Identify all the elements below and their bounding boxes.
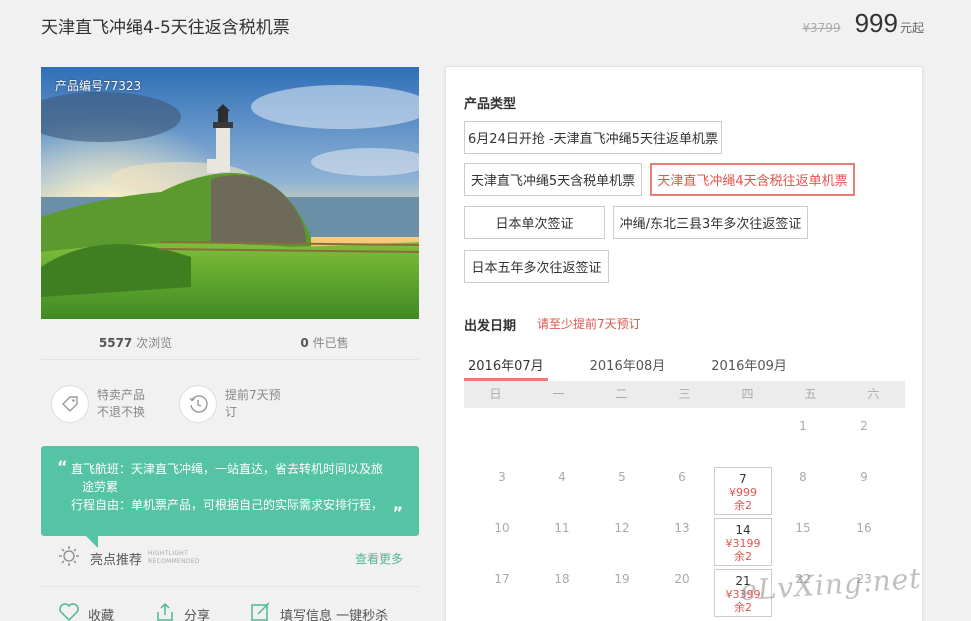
divider: [41, 586, 419, 587]
weekday-label: 四: [741, 387, 754, 401]
tab-month[interactable]: 2016年08月: [586, 355, 670, 374]
day-price: ¥999: [729, 486, 757, 499]
highlight-line: 直飞航班：天津直飞冲绳，一站直达，省去转机时间以及旅: [71, 462, 384, 476]
close-quote: ”: [392, 503, 403, 522]
calendar-day: 9: [860, 470, 868, 484]
page-title: 天津直飞冲绳4-5天往返含税机票: [41, 18, 290, 38]
stats-bar: 5577 次浏览 0 件已售: [41, 326, 419, 360]
views-count: 5577: [98, 336, 133, 350]
favorite-label: 收藏: [88, 608, 115, 621]
current-price: 999: [854, 8, 898, 38]
favorite-button[interactable]: 收藏: [58, 602, 114, 621]
day-remaining: 余2: [734, 499, 752, 512]
tab-month-active[interactable]: 2016年07月: [464, 355, 548, 381]
sold-stat: 0 件已售: [230, 326, 419, 359]
calendar-day: 20: [674, 572, 690, 586]
original-price: ¥3799: [802, 21, 841, 35]
recommend-en-line1: HIGHTLIGHT: [148, 550, 189, 557]
day-price: ¥3199: [725, 537, 761, 550]
fill-info-button[interactable]: 填写信息 一键秒杀: [250, 602, 388, 621]
edit-icon: [250, 602, 272, 621]
product-photo: 产品编号77323: [41, 67, 419, 319]
recommend-en-line2: RECOMMENDED: [148, 558, 200, 565]
tag-icon: [51, 385, 89, 423]
sun-icon: [58, 545, 80, 571]
calendar-day-available[interactable]: 14 ¥3199 余2: [714, 518, 772, 566]
calendar-day: 13: [674, 521, 690, 535]
day-number: 7: [739, 472, 747, 486]
highlight-box: “ 直飞航班：天津直飞冲绳，一站直达，省去转机时间以及旅 途劳累 行程自由：单机…: [41, 446, 419, 536]
calendar-day: 8: [799, 470, 807, 484]
badge-special-sale: 特卖产品 不退不换: [51, 385, 153, 423]
heart-icon: [58, 602, 80, 621]
views-label: 次浏览: [136, 336, 173, 350]
badge-line1: 提前7天预: [225, 388, 281, 402]
calendar-day: 10: [494, 521, 510, 535]
calendar-day: 18: [554, 572, 570, 586]
product-option-selected[interactable]: 天津直飞冲绳4天含税往返单机票: [650, 163, 855, 196]
booking-hint: 请至少提前7天预订: [537, 317, 641, 331]
day-remaining: 余2: [734, 550, 752, 563]
open-quote: “: [57, 457, 68, 476]
weekday-label: 一: [552, 387, 565, 401]
weekday-label: 三: [678, 387, 691, 401]
weekday-header: 日 一 二 三 四 五 六: [464, 381, 905, 408]
day-number: 14: [735, 523, 751, 537]
weekday-label: 五: [804, 387, 817, 401]
sold-label: 件已售: [312, 336, 349, 350]
booking-panel: 产品类型 6月24日开抢 -天津直飞冲绳5天往返单机票 天津直飞冲绳5天含税单机…: [445, 66, 923, 621]
calendar-day: 5: [618, 470, 626, 484]
calendar-day: 1: [799, 419, 807, 433]
share-icon: [154, 602, 176, 621]
calendar-day: 2: [860, 419, 868, 433]
product-option[interactable]: 天津直飞冲绳5天含税单机票: [464, 163, 642, 196]
badge-line2: 不退不换: [97, 405, 146, 419]
fill-info-label: 填写信息 一键秒杀: [280, 608, 389, 621]
month-tabs: 2016年07月 2016年08月 2016年09月: [464, 355, 829, 381]
product-option[interactable]: 6月24日开抢 -天津直飞冲绳5天往返单机票: [464, 121, 722, 154]
badge-advance-booking: 提前7天预 订: [179, 385, 281, 423]
weekday-label: 六: [867, 387, 880, 401]
feature-badges: 特卖产品 不退不换 提前7天预 订: [51, 385, 307, 423]
badge-line1: 特卖产品: [97, 388, 146, 402]
tab-month[interactable]: 2016年09月: [707, 355, 791, 374]
calendar-day: 12: [614, 521, 630, 535]
calendar-day: 15: [795, 521, 811, 535]
recommend-en: HIGHTLIGHT RECOMMENDED: [148, 550, 200, 566]
calendar-day-available[interactable]: 7 ¥999 余2: [714, 467, 772, 515]
calendar-day: 19: [614, 572, 630, 586]
calendar-day: 16: [856, 521, 872, 535]
calendar-day: 17: [494, 572, 510, 586]
share-button[interactable]: 分享: [154, 602, 210, 621]
badge-line2: 订: [225, 405, 238, 419]
recommend-bar: 亮点推荐 HIGHTLIGHT RECOMMENDED 查看更多: [58, 543, 403, 573]
lighthouse-image: [41, 67, 419, 319]
action-bar: 收藏 分享 填写信息 一键秒杀: [58, 602, 428, 621]
highlight-line: 途劳累: [82, 480, 119, 494]
calendar-day: 4: [558, 470, 566, 484]
sold-count: 0: [300, 336, 309, 350]
calendar-day: 6: [678, 470, 686, 484]
product-option[interactable]: 冲绳/东北三县3年多次往返签证: [613, 206, 808, 239]
product-number: 产品编号77323: [55, 79, 142, 93]
weekday-label: 日: [489, 387, 502, 401]
share-label: 分享: [184, 608, 211, 621]
calendar-day: 11: [554, 521, 570, 535]
product-option[interactable]: 日本单次签证: [464, 206, 605, 239]
highlight-line: 行程自由：单机票产品，可根据自己的实际需求安排行程，: [71, 498, 384, 512]
clock-icon: [179, 385, 217, 423]
calendar-day: 3: [498, 470, 506, 484]
product-type-label: 产品类型: [464, 97, 517, 112]
recommend-label: 亮点推荐: [90, 552, 143, 568]
product-option[interactable]: 日本五年多次往返签证: [464, 250, 609, 283]
views-stat: 5577 次浏览: [41, 326, 230, 359]
weekday-label: 二: [615, 387, 628, 401]
see-more-link[interactable]: 查看更多: [355, 550, 403, 567]
price-block: ¥3799 999 元起: [802, 8, 924, 39]
departure-date-label: 出发日期: [464, 319, 517, 334]
price-unit: 元起: [899, 21, 924, 35]
